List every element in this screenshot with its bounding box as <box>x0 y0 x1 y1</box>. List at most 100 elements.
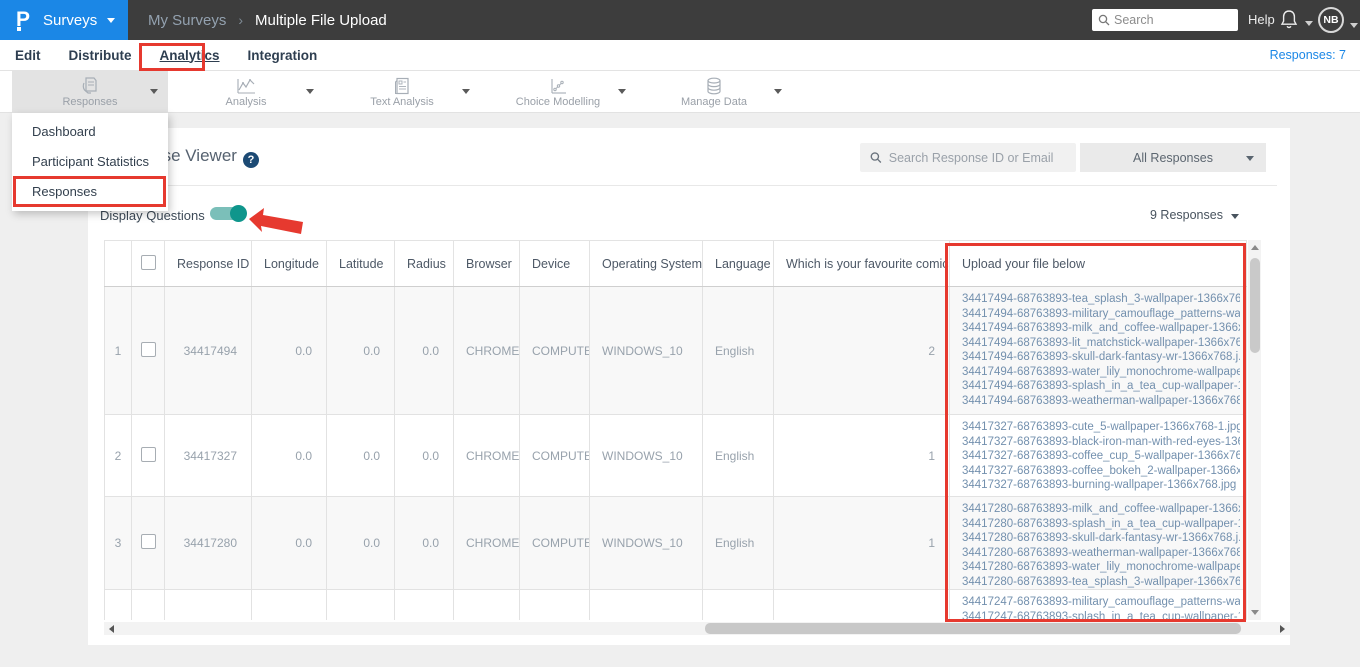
tab-analytics[interactable]: Analytics <box>160 48 220 63</box>
responses-count-dropdown[interactable]: 9 Responses <box>1150 208 1239 222</box>
row-index <box>104 589 132 620</box>
file-link[interactable]: 34417494-68763893-military_camouflage_pa… <box>962 307 1240 322</box>
scroll-down-arrow-icon[interactable] <box>1250 610 1259 615</box>
cell-language: English <box>702 414 774 497</box>
table-row: 1 34417494 0.0 0.0 0.0 CHROME COMPUTER W… <box>104 286 1247 415</box>
chevron-down-icon[interactable] <box>774 89 782 94</box>
cell-longitude <box>251 589 327 620</box>
scroll-right-arrow-icon[interactable] <box>1280 624 1285 633</box>
chevron-down-icon[interactable] <box>618 89 626 94</box>
file-link[interactable]: 34417494-68763893-milk_and_coffee-wallpa… <box>962 321 1240 336</box>
header-browser: Browser <box>453 240 520 287</box>
cell-longitude: 0.0 <box>251 496 327 590</box>
display-questions-toggle[interactable] <box>210 205 247 222</box>
chevron-down-icon[interactable] <box>150 89 158 94</box>
file-link[interactable]: 34417327-68763893-cute_5-wallpaper-1366x… <box>962 420 1240 435</box>
help-link[interactable]: Help <box>1248 0 1275 40</box>
cell-language <box>702 589 774 620</box>
menu-item-responses[interactable]: Responses <box>12 177 168 207</box>
breadcrumb-my-surveys[interactable]: My Surveys <box>148 12 226 29</box>
toolbar-item-label: Text Analysis <box>370 95 434 108</box>
cell-device <box>519 589 590 620</box>
toolbar-item-analysis[interactable]: Analysis <box>168 71 324 113</box>
questionpro-logo-icon: P <box>16 8 31 31</box>
file-link[interactable]: 34417494-68763893-weatherman-wallpaper-1… <box>962 394 1240 409</box>
row-checkbox[interactable] <box>140 446 156 462</box>
response-search-input[interactable] <box>888 150 1066 165</box>
header-response-id[interactable]: Response ID <box>164 240 252 287</box>
cell-upload-files: 34417494-68763893-tea_splash_3-wallpaper… <box>949 286 1247 415</box>
cell-latitude: 0.0 <box>326 496 395 590</box>
row-index: 3 <box>104 496 132 590</box>
cell-browser <box>453 589 520 620</box>
toolbar-item-choice-modelling[interactable]: Choice Modelling <box>480 71 636 113</box>
file-link[interactable]: 34417280-68763893-splash_in_a_tea_cup-wa… <box>962 517 1240 532</box>
file-link[interactable]: 34417280-68763893-weatherman-wallpaper-1… <box>962 546 1240 561</box>
file-link[interactable]: 34417494-68763893-splash_in_a_tea_cup-wa… <box>962 379 1240 394</box>
tab-distribute[interactable]: Distribute <box>69 48 132 63</box>
avatar: NB <box>1318 7 1344 33</box>
select-all-checkbox[interactable] <box>140 254 156 270</box>
chevron-down-icon[interactable] <box>306 89 314 94</box>
help-badge-icon[interactable]: ? <box>242 152 259 168</box>
toolbar-item-label: Manage Data <box>680 95 748 108</box>
file-link[interactable]: 34417327-68763893-burning-wallpaper-1366… <box>962 478 1240 493</box>
file-link[interactable]: 34417494-68763893-water_lily_monochrome-… <box>962 365 1240 380</box>
header-latitude: Latitude <box>326 240 395 287</box>
tab-edit[interactable]: Edit <box>15 48 41 63</box>
toolbar-item-manage-data[interactable]: Manage Data <box>636 71 792 113</box>
row-checkbox[interactable] <box>140 341 156 357</box>
global-search[interactable] <box>1092 9 1238 31</box>
file-link[interactable]: 34417494-68763893-tea_splash_3-wallpaper… <box>962 292 1240 307</box>
cell-response-id: 34417280 <box>164 496 252 590</box>
file-link[interactable]: 34417494-68763893-skull-dark-fantasy-wr-… <box>962 350 1240 365</box>
cell-device: COMPUTER <box>519 496 590 590</box>
header-select-all <box>131 240 165 287</box>
file-link[interactable]: 34417494-68763893-lit_matchstick-wallpap… <box>962 336 1240 351</box>
row-select-cell <box>131 496 165 590</box>
scroll-left-arrow-icon[interactable] <box>109 624 114 633</box>
cell-comics: 1 <box>773 496 950 590</box>
response-filter-dropdown[interactable]: All Responses <box>1080 143 1266 172</box>
search-icon <box>1098 14 1110 26</box>
file-link[interactable]: 34417280-68763893-skull-dark-fantasy-wr-… <box>962 531 1240 546</box>
scroll-up-arrow-icon[interactable] <box>1250 245 1259 250</box>
table-row: 34417247-68763893-military_camouflage_pa… <box>104 589 1247 621</box>
toolbar-item-label: Analysis <box>225 95 267 108</box>
file-link[interactable]: 34417327-68763893-coffee_cup_5-wallpaper… <box>962 449 1240 464</box>
cell-radius: 0.0 <box>394 286 454 415</box>
file-link[interactable]: 34417280-68763893-milk_and_coffee-wallpa… <box>962 502 1240 517</box>
file-link[interactable]: 34417327-68763893-black-iron-man-with-re… <box>962 435 1240 450</box>
header-operating-system: Operating System <box>589 240 703 287</box>
table-row: 3 34417280 0.0 0.0 0.0 CHROME COMPUTER W… <box>104 496 1247 590</box>
topbar: P Surveys My Surveys › Multiple File Upl… <box>0 0 1360 40</box>
vertical-scrollbar-thumb[interactable] <box>1249 258 1260 353</box>
tab-integration[interactable]: Integration <box>248 48 318 63</box>
header-radius: Radius <box>394 240 454 287</box>
menu-item-dashboard[interactable]: Dashboard <box>12 117 168 147</box>
row-checkbox[interactable] <box>140 534 156 549</box>
global-search-input[interactable] <box>1114 13 1232 27</box>
analytics-toolbar: Responses Analysis Text Analysis Choice … <box>0 71 1360 113</box>
row-index: 1 <box>104 286 132 415</box>
menu-item-participant-statistics[interactable]: Participant Statistics <box>12 147 168 177</box>
row-select-cell <box>131 589 165 620</box>
surveys-menu-button[interactable]: P Surveys <box>0 0 128 40</box>
toolbar-item-text-analysis[interactable]: Text Analysis <box>324 71 480 113</box>
toolbar-item-responses[interactable]: Responses <box>12 71 168 113</box>
file-link[interactable]: 34417280-68763893-water_lily_monochrome-… <box>962 560 1240 575</box>
file-link[interactable]: 34417280-68763893-tea_splash_3-wallpaper… <box>962 575 1240 589</box>
notifications-button[interactable] <box>1280 9 1313 30</box>
cell-response-id: 34417327 <box>164 414 252 497</box>
file-link[interactable]: 34417247-68763893-military_camouflage_pa… <box>962 595 1240 610</box>
cell-comics: 2 <box>773 286 950 415</box>
horizontal-scrollbar-thumb[interactable] <box>705 623 1241 634</box>
cell-upload-files: 34417327-68763893-cute_5-wallpaper-1366x… <box>949 414 1247 497</box>
file-link[interactable]: 34417327-68763893-coffee_bokeh_2-wallpap… <box>962 464 1240 479</box>
response-search[interactable] <box>860 143 1076 172</box>
chevron-down-icon <box>1230 213 1239 219</box>
account-menu-button[interactable]: NB <box>1318 7 1358 33</box>
header-upload-question: Upload your file below <box>949 240 1247 287</box>
file-link[interactable]: 34417247-68763893-splash_in_a_tea_cup-wa… <box>962 610 1240 621</box>
chevron-down-icon[interactable] <box>462 89 470 94</box>
